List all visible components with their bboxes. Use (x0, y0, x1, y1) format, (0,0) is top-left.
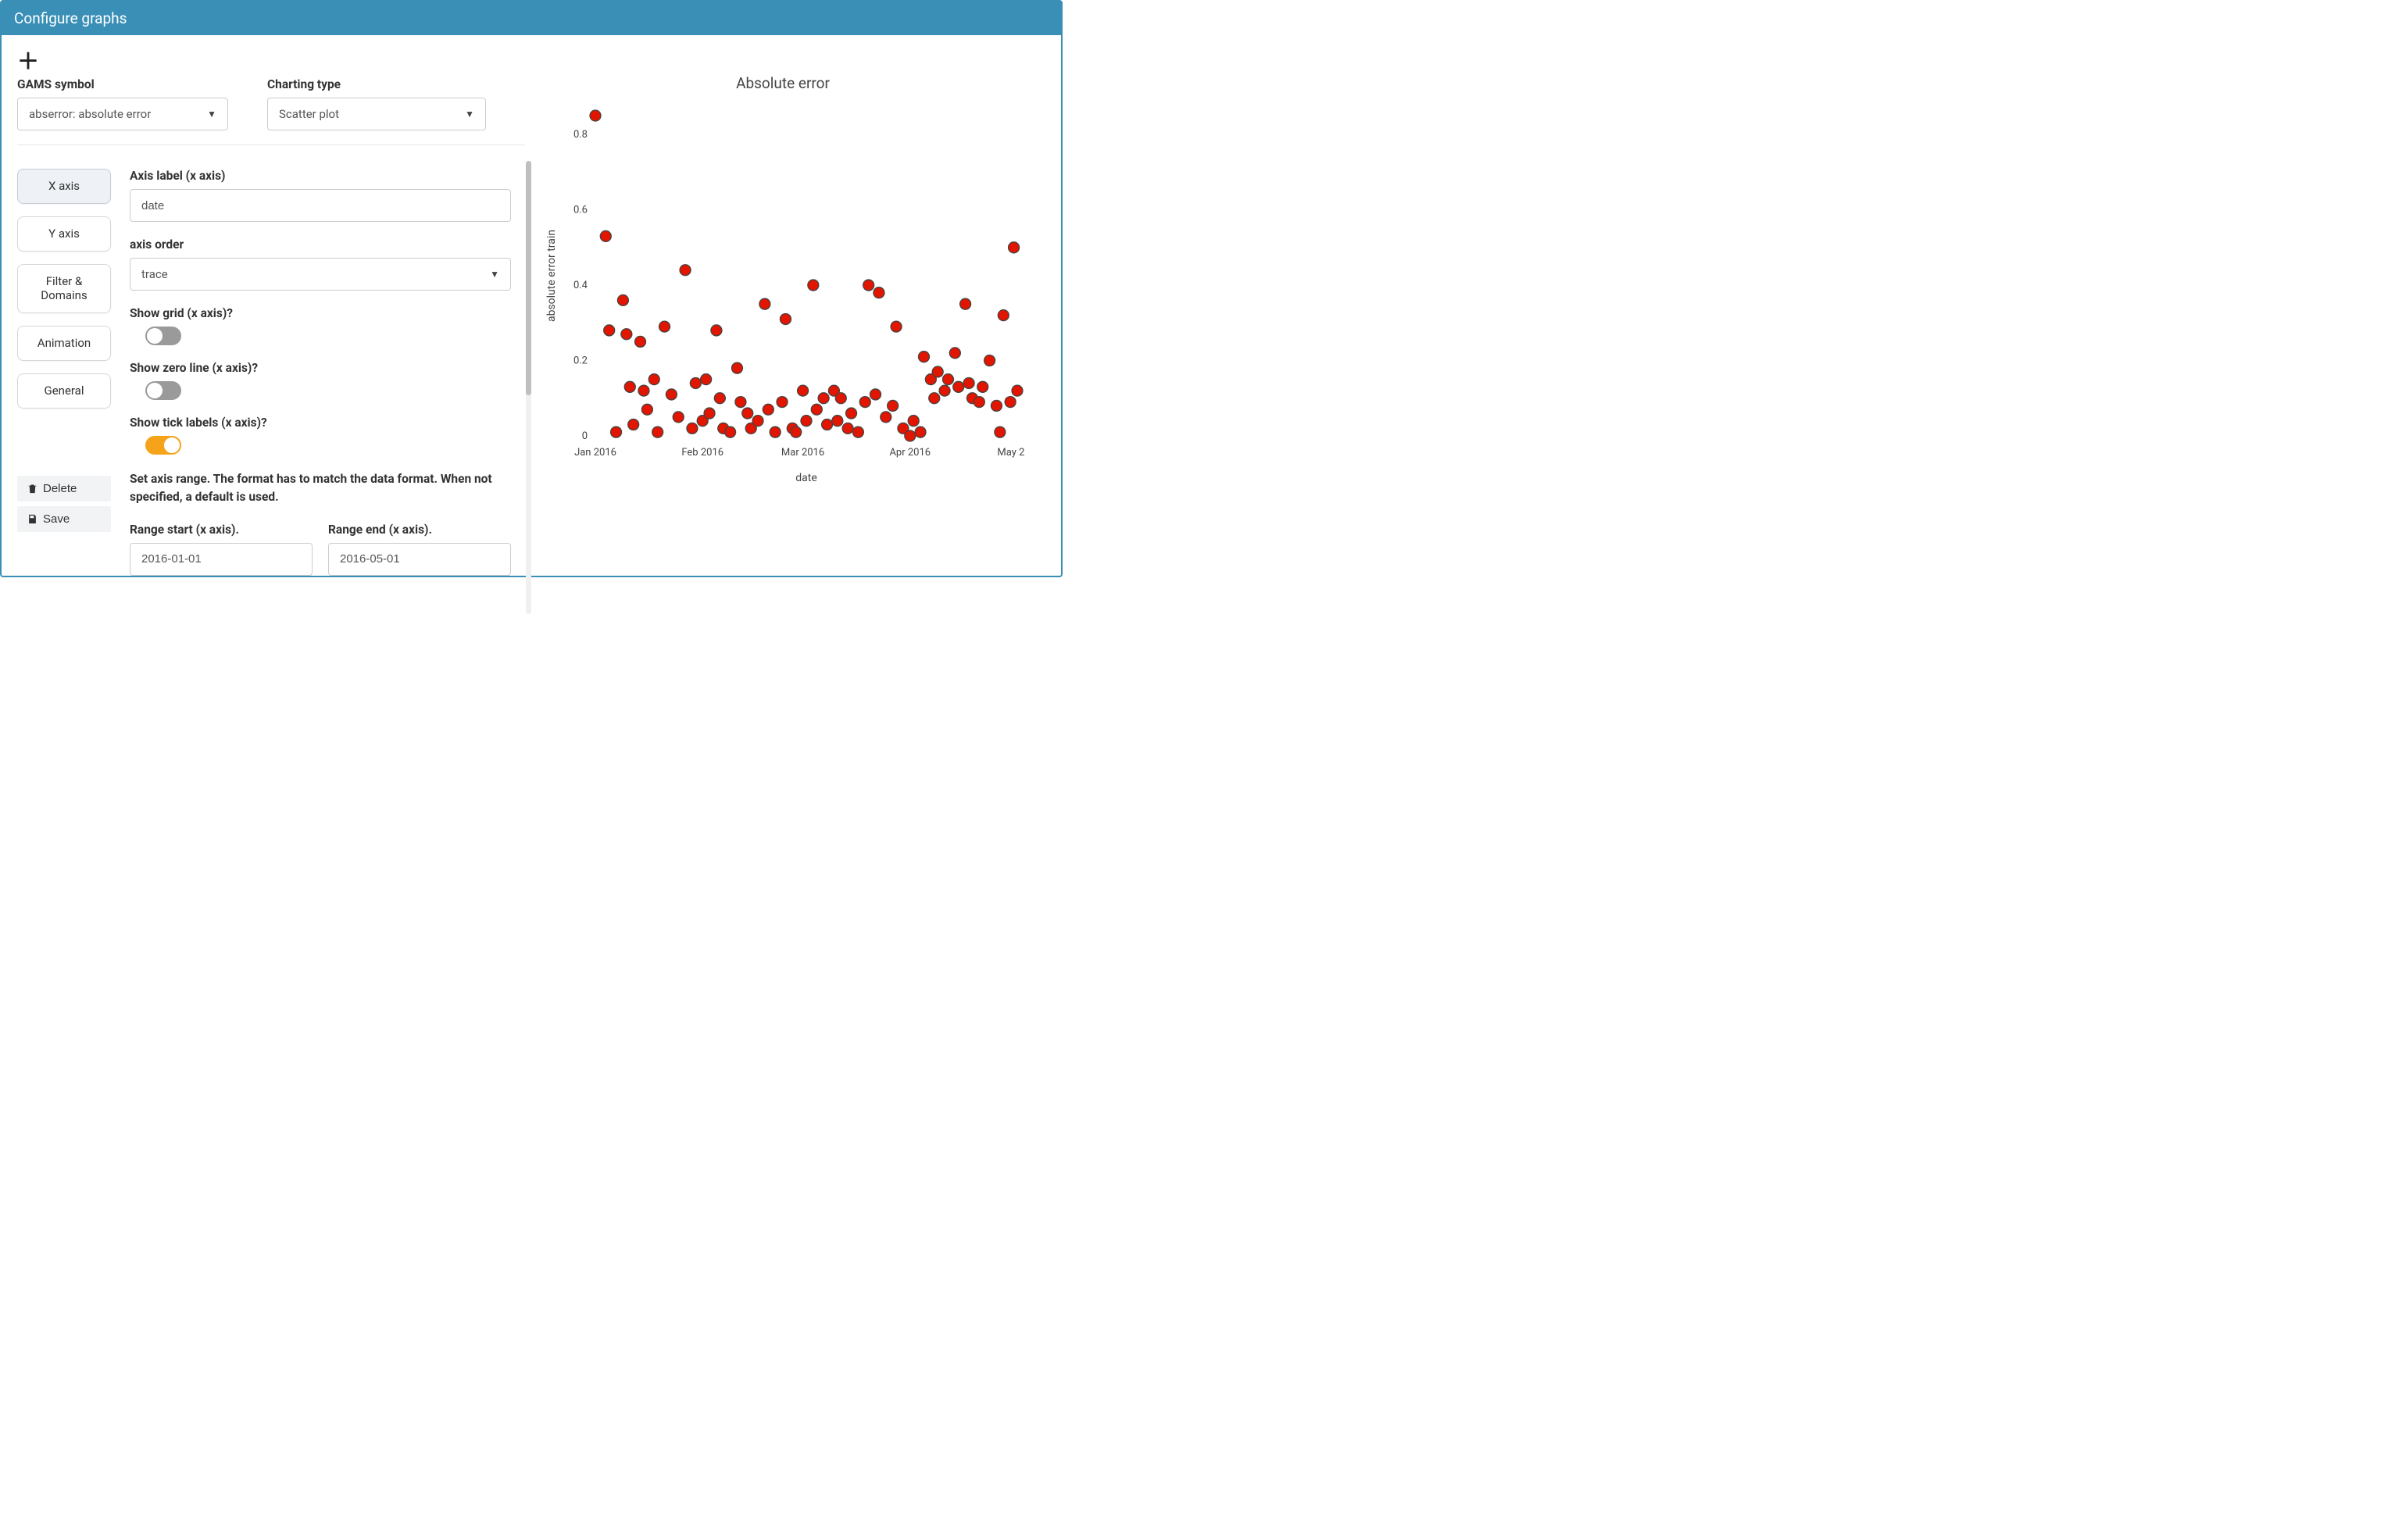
svg-text:Mar 2016: Mar 2016 (781, 447, 824, 459)
charting-type-select[interactable]: Scatter plot ▼ (267, 98, 486, 130)
config-pane: ＋ GAMS symbol abserror: absolute error ▼… (17, 51, 525, 576)
body: ＋ GAMS symbol abserror: absolute error ▼… (2, 35, 1061, 576)
toggle-knob (147, 328, 163, 344)
show-tick-label: Show tick labels (x axis)? (130, 416, 511, 430)
gams-symbol-label: GAMS symbol (17, 77, 228, 91)
scatter-chart-svg: 0 0.2 0.4 0.6 0.8 Jan 2016 Feb 2016 Mar 2016 Apr… (541, 108, 1025, 491)
show-zero-group: Show zero line (x axis)? (130, 361, 511, 400)
show-zero-toggle[interactable] (145, 381, 181, 400)
range-start-input[interactable] (130, 543, 313, 576)
tab-filter-label: Filter & Domains (41, 274, 87, 303)
axis-order-group: axis order trace ▼ (130, 237, 511, 291)
action-buttons: Delete Save (17, 476, 111, 532)
titlebar: Configure graphs (2, 2, 1061, 35)
tab-general-label: General (44, 384, 84, 398)
axis-order-select[interactable]: trace ▼ (130, 258, 511, 291)
gams-symbol-select[interactable]: abserror: absolute error ▼ (17, 98, 228, 130)
caret-down-icon: ▼ (465, 109, 474, 120)
chart-title: Absolute error (541, 74, 1025, 92)
range-end-input[interactable] (328, 543, 511, 576)
window-title: Configure graphs (14, 9, 127, 27)
svg-text:0.8: 0.8 (573, 129, 588, 141)
tab-xaxis[interactable]: X axis (17, 169, 111, 204)
tab-animation-label: Animation (38, 336, 91, 350)
svg-text:0: 0 (582, 430, 588, 442)
save-button[interactable]: Save (17, 506, 111, 532)
range-end-group: Range end (x axis). (328, 523, 511, 576)
svg-text:Jan 2016: Jan 2016 (574, 447, 616, 459)
charting-type-label: Charting type (267, 77, 486, 91)
range-help-text: Set axis range. The format has to match … (130, 470, 511, 507)
svg-text:May 20: May 20 (997, 447, 1025, 459)
save-label: Save (43, 512, 70, 526)
range-end-label: Range end (x axis). (328, 523, 511, 537)
show-zero-label: Show zero line (x axis)? (130, 361, 511, 375)
delete-button[interactable]: Delete (17, 476, 111, 501)
toggle-knob (147, 383, 163, 398)
top-selects: GAMS symbol abserror: absolute error ▼ C… (17, 77, 525, 130)
delete-label: Delete (43, 482, 77, 495)
gams-symbol-value: abserror: absolute error (29, 107, 151, 121)
scrollbar-thumb[interactable] (526, 161, 531, 395)
range-start-label: Range start (x axis). (130, 523, 313, 537)
show-grid-group: Show grid (x axis)? (130, 306, 511, 345)
chart: Absolute error 0 0.2 0.4 0.6 0.8 Jan 2016 Feb … (541, 74, 1025, 491)
svg-text:0.6: 0.6 (573, 205, 588, 216)
config-area: X axis Y axis Filter & Domains Animation… (17, 169, 525, 576)
show-grid-label: Show grid (x axis)? (130, 306, 511, 320)
axis-order-label: axis order (130, 237, 511, 252)
show-tick-group: Show tick labels (x axis)? (130, 416, 511, 455)
axis-label-group: Axis label (x axis) (130, 169, 511, 222)
tab-general[interactable]: General (17, 373, 111, 409)
svg-text:date: date (795, 472, 817, 484)
add-row: ＋ (17, 51, 525, 73)
svg-text:Apr 2016: Apr 2016 (889, 447, 931, 459)
chart-pane: Absolute error 0 0.2 0.4 0.6 0.8 Jan 2016 Feb … (525, 51, 1045, 576)
show-grid-toggle[interactable] (145, 327, 181, 345)
svg-text:0.2: 0.2 (573, 355, 588, 367)
save-icon (27, 513, 38, 525)
form-column: Axis label (x axis) axis order trace ▼ S… (130, 169, 525, 576)
charting-type-value: Scatter plot (279, 107, 339, 121)
charting-type-group: Charting type Scatter plot ▼ (267, 77, 486, 130)
svg-text:0.4: 0.4 (573, 280, 588, 291)
range-start-group: Range start (x axis). (130, 523, 313, 576)
tab-yaxis[interactable]: Y axis (17, 216, 111, 252)
svg-text:Feb 2016: Feb 2016 (681, 447, 723, 459)
trash-icon (27, 483, 38, 494)
tab-column: X axis Y axis Filter & Domains Animation… (17, 169, 111, 576)
range-row: Range start (x axis). Range end (x axis)… (130, 523, 511, 576)
tab-animation[interactable]: Animation (17, 326, 111, 361)
axis-label-label: Axis label (x axis) (130, 169, 511, 183)
tab-yaxis-label: Y axis (48, 227, 80, 241)
tab-xaxis-label: X axis (48, 179, 80, 193)
caret-down-icon: ▼ (490, 269, 499, 280)
tab-filter-domains[interactable]: Filter & Domains (17, 264, 111, 314)
svg-text:absolute error train: absolute error train (545, 230, 558, 322)
form-scrollbar[interactable] (526, 161, 531, 614)
gams-symbol-group: GAMS symbol abserror: absolute error ▼ (17, 77, 228, 130)
axis-order-value: trace (141, 267, 168, 281)
window: Configure graphs ＋ GAMS symbol abserror:… (0, 0, 1063, 577)
caret-down-icon: ▼ (207, 109, 216, 120)
show-tick-toggle[interactable] (145, 436, 181, 455)
axis-label-input[interactable] (130, 189, 511, 222)
add-graph-icon[interactable]: ＋ (17, 51, 39, 73)
toggle-knob (164, 437, 180, 453)
